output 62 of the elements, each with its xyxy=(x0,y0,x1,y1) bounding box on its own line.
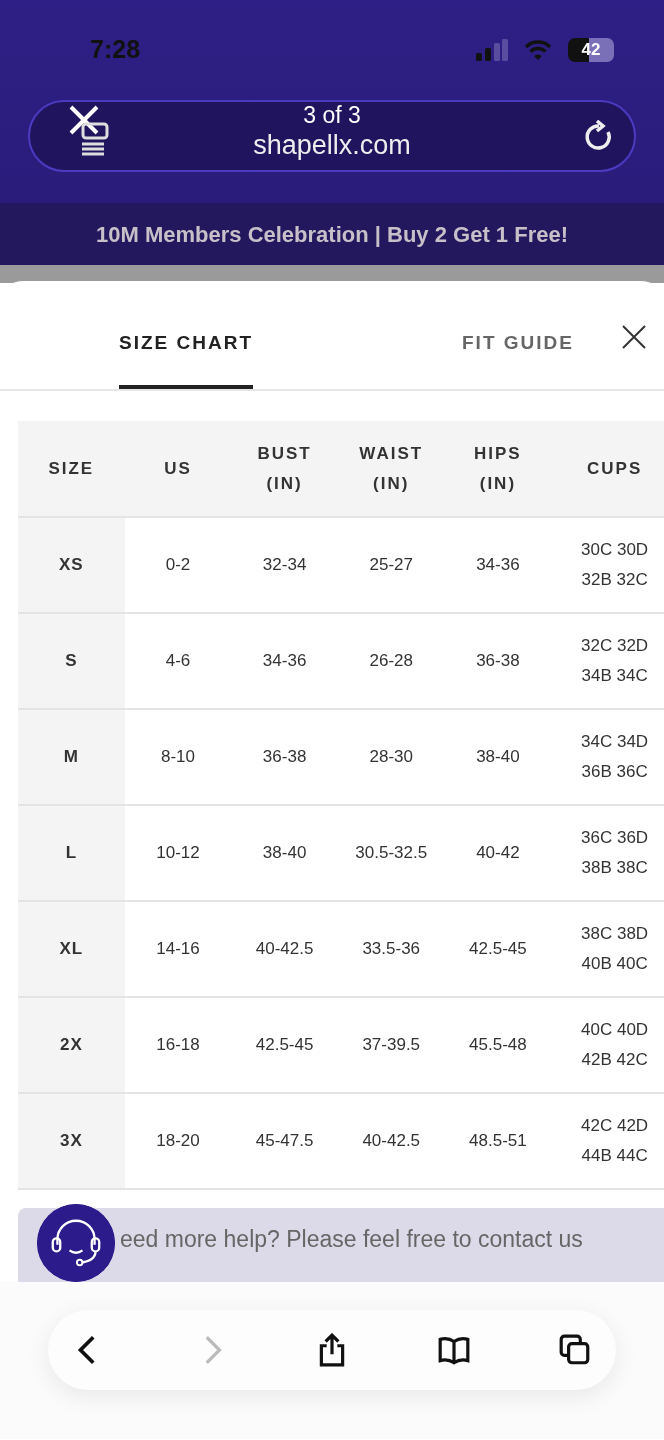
table-cell: 42.5-45 xyxy=(231,997,338,1093)
reload-icon[interactable] xyxy=(584,120,614,152)
table-cell: 40-42 xyxy=(444,805,552,901)
table-cell: 0-2 xyxy=(124,517,232,613)
table-cell: 37-39.5 xyxy=(337,997,445,1093)
close-icon[interactable] xyxy=(622,325,646,349)
table-cell: 4-6 xyxy=(124,613,232,709)
size-cell: M xyxy=(18,709,125,805)
table-cell: 16-18 xyxy=(124,997,232,1093)
table-cell: 45-47.5 xyxy=(231,1093,338,1189)
tabs-list-icon[interactable] xyxy=(80,122,110,156)
table-cell: 38-40 xyxy=(444,709,552,805)
table-cell: 38-40 xyxy=(231,805,338,901)
table-cell: 32C 32D 34B 34C xyxy=(551,613,664,709)
size-cell: XS xyxy=(18,517,125,613)
table-cell: 14-16 xyxy=(124,901,232,997)
table-cell: 36C 36D 38B 38C xyxy=(551,805,664,901)
column-header: CUPS xyxy=(551,421,664,517)
size-cell: S xyxy=(18,613,125,709)
tab[interactable]: SIZE CHART xyxy=(119,328,253,389)
table-cell: 18-20 xyxy=(124,1093,232,1189)
table-cell: 30.5-32.5 xyxy=(337,805,445,901)
table-cell: 45.5-48 xyxy=(444,997,552,1093)
table-cell: 26-28 xyxy=(337,613,445,709)
table-cell: 36-38 xyxy=(444,613,552,709)
table-cell: 30C 30D 32B 32C xyxy=(551,517,664,613)
table-cell: 42.5-45 xyxy=(444,901,552,997)
promo-text: 10M Members Celebration | Buy 2 Get 1 Free! xyxy=(96,220,568,249)
table-cell: 10-12 xyxy=(124,805,232,901)
table-cell: 38C 38D 40B 40C xyxy=(551,901,664,997)
table-cell: 33.5-36 xyxy=(337,901,445,997)
table-cell: 40C 40D 42B 42C xyxy=(551,997,664,1093)
signal-icon xyxy=(476,39,508,61)
column-header: US xyxy=(124,421,232,517)
table-cell: 28-30 xyxy=(337,709,445,805)
table-cell: 25-27 xyxy=(337,517,445,613)
size-cell: L xyxy=(18,805,125,901)
table-cell: 8-10 xyxy=(124,709,232,805)
support-chat-button[interactable] xyxy=(37,1204,115,1282)
table-cell: 42C 42D 44B 44C xyxy=(551,1093,664,1189)
table-cell: 40-42.5 xyxy=(231,901,338,997)
table-cell: 32-34 xyxy=(231,517,338,613)
url-text[interactable]: shapellx.com xyxy=(253,132,411,159)
help-text: eed more help? Please feel free to contact us xyxy=(120,1225,583,1254)
tab-count: 3 of 3 xyxy=(303,104,361,127)
size-cell: 3X xyxy=(18,1093,125,1189)
column-header: BUST (IN) xyxy=(231,421,338,517)
wifi-icon xyxy=(524,39,552,61)
table-cell: 40-42.5 xyxy=(337,1093,445,1189)
column-header: HIPS (IN) xyxy=(444,421,552,517)
table-cell: 34-36 xyxy=(444,517,552,613)
table-cell: 34-36 xyxy=(231,613,338,709)
size-cell: XL xyxy=(18,901,125,997)
table-cell: 36-38 xyxy=(231,709,338,805)
tab[interactable]: FIT GUIDE xyxy=(462,328,574,389)
table-cell: 34C 34D 36B 36C xyxy=(551,709,664,805)
tabs-icon[interactable] xyxy=(558,1333,592,1367)
column-header: SIZE xyxy=(18,421,125,517)
column-header: WAIST (IN) xyxy=(337,421,445,517)
status-time: 7:28 xyxy=(90,34,141,66)
table-cell: 48.5-51 xyxy=(444,1093,552,1189)
size-cell: 2X xyxy=(18,997,125,1093)
